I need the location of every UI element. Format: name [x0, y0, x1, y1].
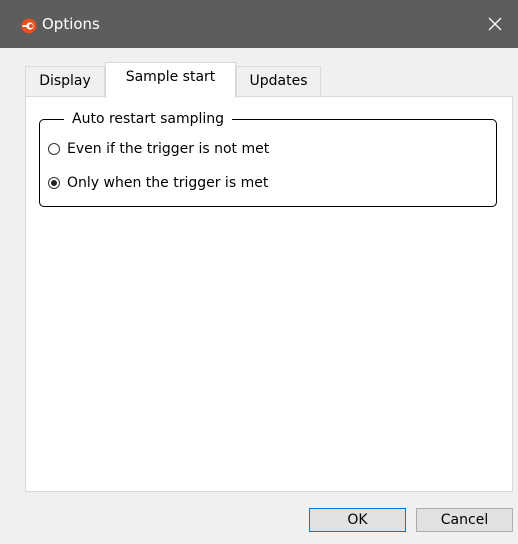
tab-panel-sample-start: Auto restart sampling Even if the trigge… [25, 96, 513, 492]
close-icon [488, 17, 502, 31]
radio-button[interactable] [48, 143, 60, 155]
auto-restart-group: Auto restart sampling Even if the trigge… [39, 109, 497, 207]
title-bar: Options [0, 0, 518, 48]
radio-label: Even if the trigger is not met [67, 141, 270, 157]
tab-display[interactable]: Display [25, 66, 105, 96]
radio-label: Only when the trigger is met [67, 175, 269, 191]
close-button[interactable] [472, 0, 518, 48]
tab-sample-start[interactable]: Sample start [105, 62, 236, 98]
ok-button[interactable]: OK [309, 508, 406, 532]
radio-even-if-not-met[interactable]: Even if the trigger is not met [48, 138, 269, 160]
radio-only-when-met[interactable]: Only when the trigger is met [48, 172, 268, 194]
cancel-button[interactable]: Cancel [416, 508, 513, 532]
radio-button-checked[interactable] [48, 177, 60, 189]
options-dialog: Options Display Sample start Updates Aut… [0, 0, 518, 544]
group-label: Auto restart sampling [64, 109, 233, 129]
app-logo-icon [21, 18, 37, 34]
window-title: Options [42, 15, 100, 33]
tab-updates[interactable]: Updates [236, 66, 321, 96]
